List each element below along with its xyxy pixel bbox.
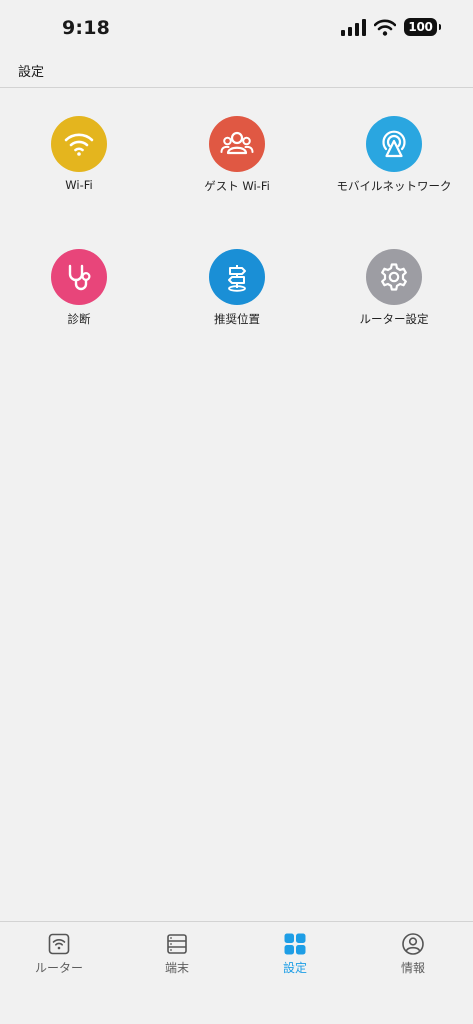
setting-recommended-location[interactable]: 推奨位置 (158, 249, 316, 327)
setting-label: ゲスト Wi-Fi (204, 179, 270, 193)
profile-icon (402, 933, 424, 955)
setting-guest-wifi[interactable]: ゲスト Wi-Fi (158, 116, 316, 194)
setting-label: 推奨位置 (214, 312, 260, 326)
tab-router[interactable]: ルーター (0, 932, 118, 976)
grid-icon (284, 933, 306, 955)
guests-icon (220, 131, 254, 155)
diagnostics-tile-circle (51, 249, 107, 305)
tab-info[interactable]: 情報 (354, 932, 472, 976)
location-tile-circle (209, 249, 265, 305)
setting-label: 診断 (67, 312, 91, 326)
battery-level: 100 (408, 20, 433, 34)
guest-tile-circle (209, 116, 265, 172)
cellular-signal-icon (341, 18, 366, 36)
tab-settings[interactable]: 設定 (236, 932, 354, 976)
router-tile-circle (366, 249, 422, 305)
setting-router-settings[interactable]: ルーター設定 (315, 249, 473, 327)
device-list-icon (167, 934, 187, 954)
status-indicators: 100 (341, 18, 441, 36)
tab-label: 設定 (282, 961, 307, 975)
setting-label: Wi-Fi (65, 178, 93, 192)
status-bar: 9:18 100 (0, 0, 473, 56)
mobile-tile-circle (366, 116, 422, 172)
tab-label: 情報 (400, 961, 425, 975)
status-time: 9:18 (62, 17, 111, 39)
tab-label: ルーター (34, 961, 83, 975)
setting-label: ルーター設定 (359, 312, 429, 326)
header: 設定 (0, 56, 473, 88)
tab-bar: ルーター 端末 設定 情報 (0, 921, 473, 1024)
wifi-tile-circle (51, 116, 107, 172)
tab-devices[interactable]: 端末 (118, 932, 236, 976)
tab-label: 端末 (164, 961, 189, 975)
wifi-icon (64, 133, 94, 156)
router-icon (48, 933, 70, 955)
page-title: 設定 (18, 65, 45, 80)
setting-diagnostics[interactable]: 診断 (0, 249, 158, 327)
setting-label: モバイルネットワーク (336, 179, 452, 193)
stethoscope-icon (68, 264, 91, 291)
gear-icon (381, 263, 407, 291)
signpost-icon (228, 265, 246, 292)
setting-mobile-network[interactable]: モバイルネットワーク (315, 116, 473, 194)
wifi-status-icon (374, 19, 396, 36)
screen: 9:18 100 設定 Wi-Fi ゲスト Wi-Fi モバイルネットワーク 診… (0, 0, 473, 1024)
antenna-icon (382, 130, 406, 158)
battery-icon: 100 (404, 18, 441, 36)
setting-wifi[interactable]: Wi-Fi (0, 116, 158, 192)
